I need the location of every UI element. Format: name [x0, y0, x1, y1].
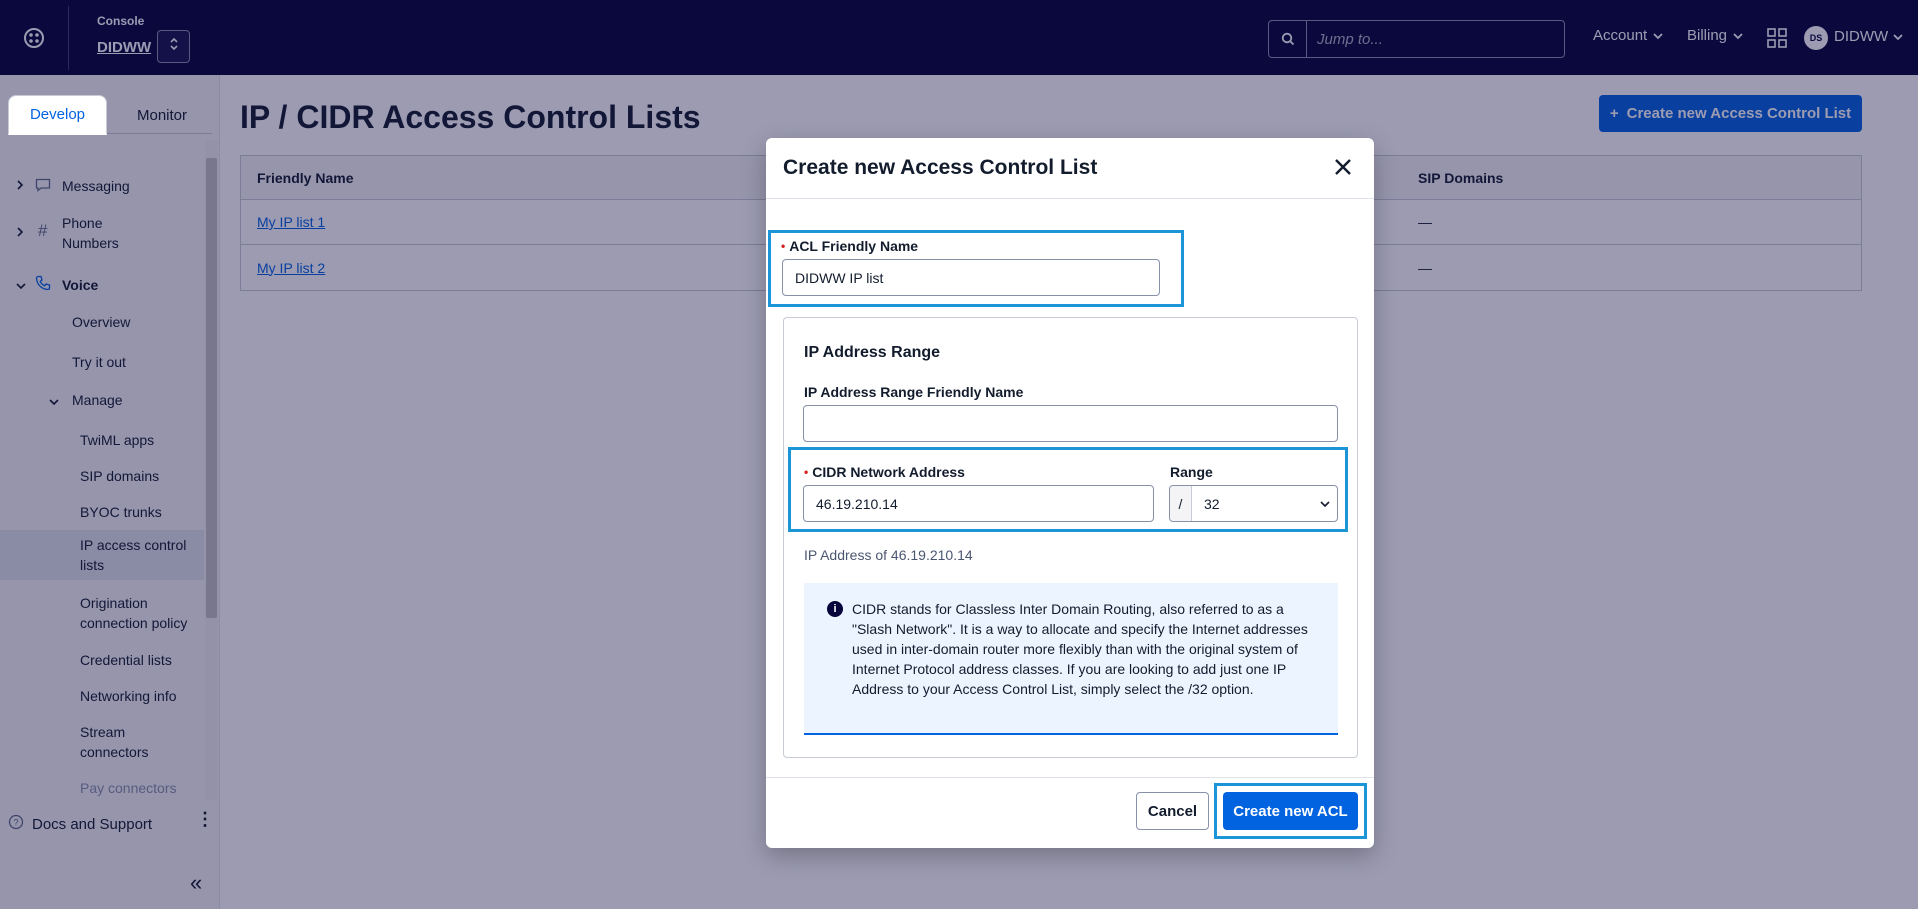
cidr-info-text: CIDR stands for Classless Inter Domain R… [852, 601, 1308, 697]
cancel-button[interactable]: Cancel [1136, 792, 1209, 830]
ip-address-range-title: IP Address Range [804, 344, 941, 361]
close-icon[interactable] [1329, 153, 1357, 181]
create-new-acl-button[interactable]: Create new ACL [1223, 792, 1358, 830]
create-acl-modal: Create new Access Control List • ACL Frie… [766, 138, 1374, 848]
range-friendly-name-input[interactable] [803, 405, 1338, 442]
acl-friendly-name-input[interactable]: DIDWW IP list [782, 259, 1160, 296]
cidr-info-callout: i CIDR stands for Classless Inter Domain… [804, 583, 1338, 735]
cidr-help-text: IP Address of 46.19.210.14 [804, 547, 973, 563]
required-marker: • [804, 465, 809, 479]
modal-title: Create new Access Control List [783, 156, 1098, 179]
cidr-network-address-input[interactable]: 46.19.210.14 [803, 485, 1154, 522]
range-prefix: / [1170, 486, 1192, 521]
tab-develop[interactable]: Develop [8, 95, 107, 135]
range-label: Range [1170, 464, 1213, 480]
required-marker: • [781, 239, 786, 253]
modal-header: Create new Access Control List [766, 138, 1374, 199]
cidr-network-address-label: • CIDR Network Address [804, 464, 965, 480]
ip-address-range-card: IP Address Range IP Address Range Friend… [783, 317, 1358, 758]
range-select[interactable]: / 32 [1169, 485, 1338, 522]
range-selected-value: 32 [1204, 495, 1220, 512]
cidr-label-text: CIDR Network Address [812, 464, 965, 480]
range-friendly-name-label: IP Address Range Friendly Name [804, 384, 1024, 400]
acl-friendly-name-text: ACL Friendly Name [789, 238, 919, 254]
chevron-down-icon [1313, 500, 1337, 508]
acl-friendly-name-label: • ACL Friendly Name [781, 238, 918, 254]
info-icon: i [827, 601, 843, 617]
